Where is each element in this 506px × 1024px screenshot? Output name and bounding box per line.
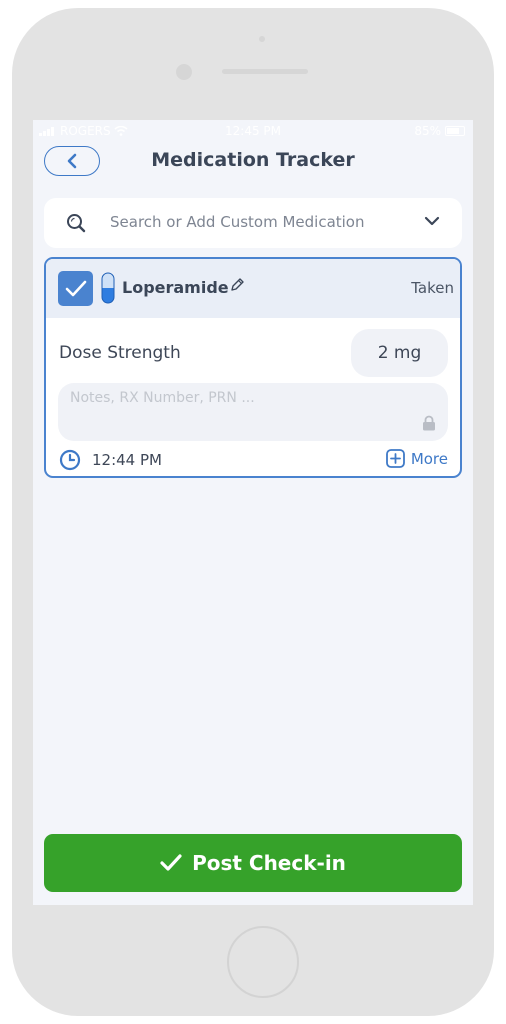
more-label: More bbox=[410, 449, 448, 468]
pencil-icon[interactable] bbox=[229, 277, 245, 293]
header: Medication Tracker bbox=[33, 142, 473, 182]
front-camera bbox=[176, 64, 192, 80]
sensor-dot bbox=[259, 36, 265, 42]
checkmark-icon bbox=[65, 280, 86, 296]
medication-card: Loperamide Taken Dose Strength 2 mg Note… bbox=[44, 257, 462, 478]
medication-card-header: Loperamide Taken bbox=[46, 259, 460, 318]
search-icon bbox=[67, 214, 86, 233]
status-bar: ROGERS 12:45 PM 85% bbox=[33, 120, 473, 142]
app-screen: ROGERS 12:45 PM 85% Medication Tracker S… bbox=[33, 120, 473, 905]
home-button[interactable] bbox=[227, 926, 299, 998]
status-right: 85% bbox=[414, 120, 465, 142]
status-label: Taken bbox=[411, 279, 454, 297]
status-time: 12:45 PM bbox=[225, 124, 281, 138]
dose-strength-label: Dose Strength bbox=[59, 343, 181, 363]
post-check-in-button[interactable]: Post Check-in bbox=[44, 834, 462, 892]
pill-icon bbox=[101, 272, 115, 304]
more-button[interactable]: More bbox=[385, 449, 448, 468]
post-check-in-label: Post Check-in bbox=[192, 851, 346, 875]
taken-checkbox[interactable] bbox=[58, 271, 93, 306]
chevron-down-icon[interactable] bbox=[424, 215, 440, 227]
medication-search[interactable]: Search or Add Custom Medication bbox=[44, 198, 462, 248]
time-row[interactable]: 12:44 PM bbox=[59, 449, 162, 471]
dose-strength-field[interactable]: 2 mg bbox=[351, 329, 448, 377]
earpiece-speaker bbox=[222, 69, 308, 74]
battery-percent: 85% bbox=[414, 124, 441, 138]
search-placeholder: Search or Add Custom Medication bbox=[110, 213, 365, 231]
checkmark-icon bbox=[160, 854, 182, 871]
medication-name[interactable]: Loperamide bbox=[122, 278, 229, 297]
dose-time: 12:44 PM bbox=[92, 451, 162, 469]
battery-icon bbox=[445, 126, 465, 136]
notes-field[interactable]: Notes, RX Number, PRN ... bbox=[58, 383, 448, 441]
plus-square-icon bbox=[385, 449, 405, 468]
page-title: Medication Tracker bbox=[151, 149, 355, 171]
clock-icon bbox=[59, 449, 81, 471]
lock-icon bbox=[423, 415, 435, 431]
notes-placeholder: Notes, RX Number, PRN ... bbox=[70, 390, 255, 406]
